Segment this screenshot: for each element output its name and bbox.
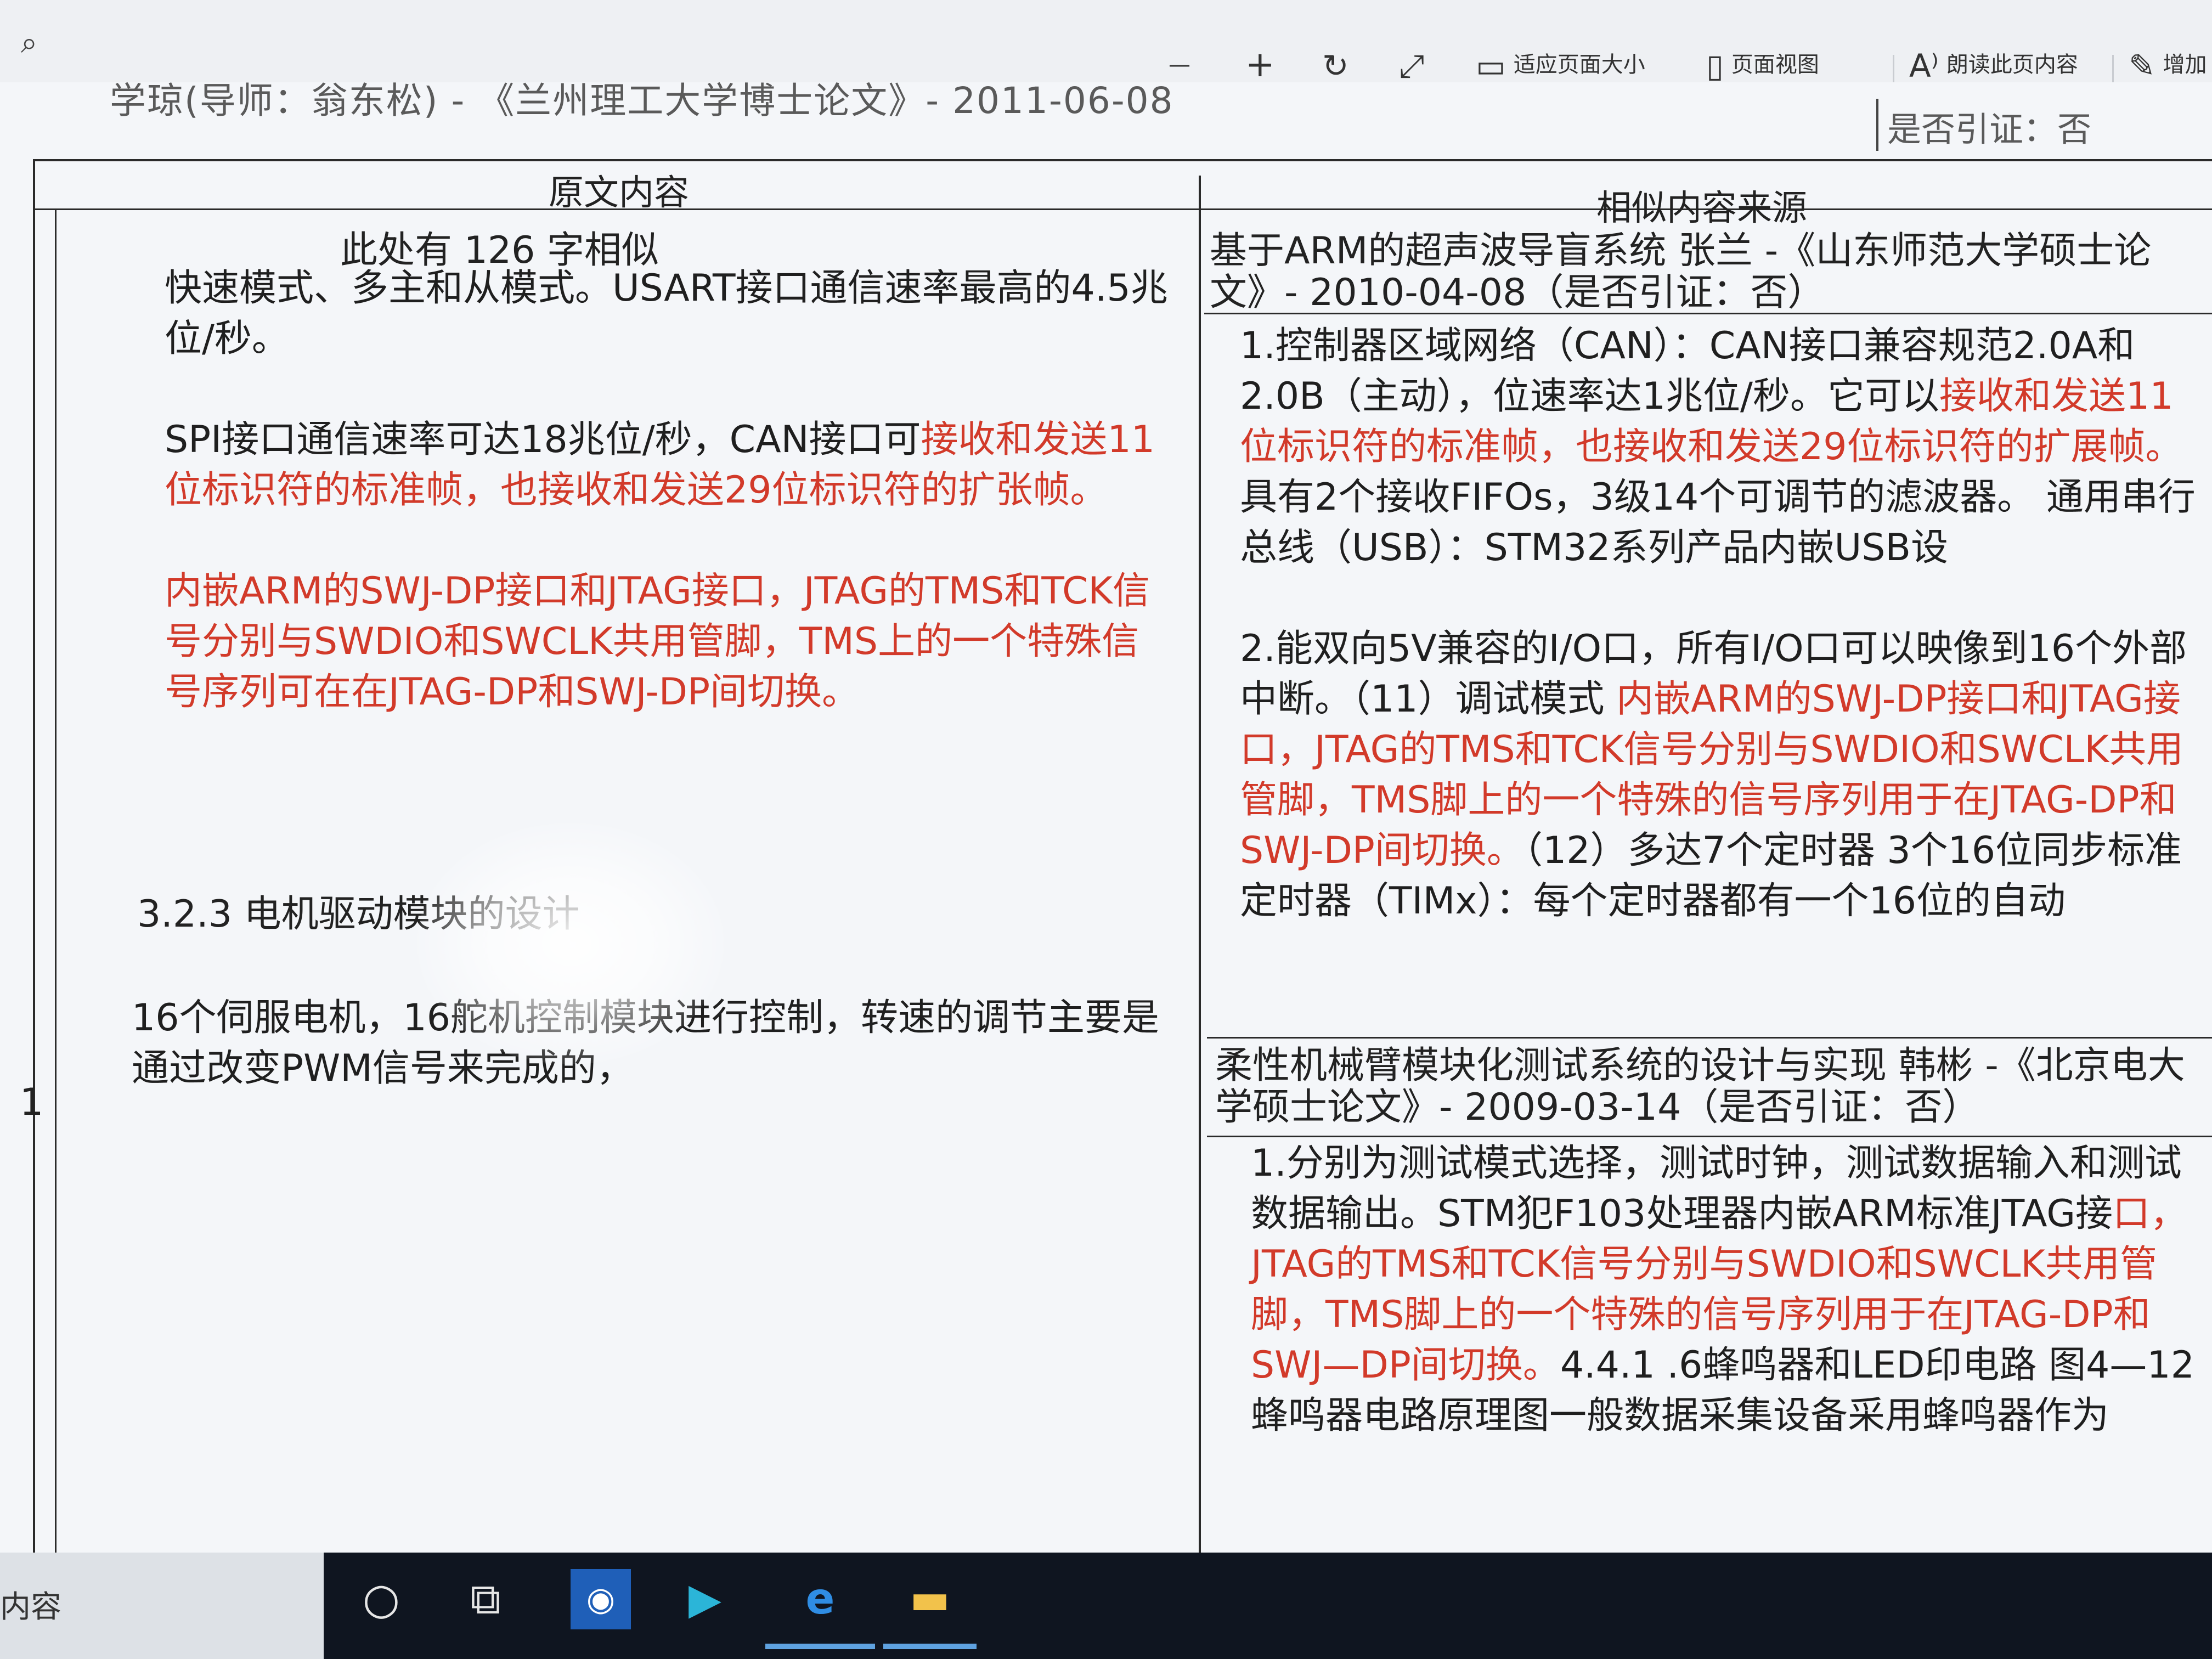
add-notes-button[interactable]: ✎ 增加 — [2129, 43, 2207, 87]
column-header-original: 原文内容 — [549, 173, 689, 213]
task-view-icon[interactable]: ⧉ — [455, 1569, 516, 1629]
source-title[interactable]: 柔性机械臂模块化测试系统的设计与实现 韩彬 -《北京电大学硕士论文》- 2009… — [1215, 1045, 2208, 1128]
source-excerpt: 2.能双向5V兼容的I/O口，所有I/O口可以映像到16个外部中断。（11）调试… — [1240, 627, 2187, 923]
source-excerpt: 1.分别为测试模式选择，测试时钟，测试数据输入和测试数据输出。STM犯F103处… — [1251, 1142, 2194, 1437]
active-app-indicator — [765, 1644, 875, 1649]
original-paragraph-2: SPI接口通信速率可达18兆位/秒，CAN接口可接收和发送11位标识符的标准帧，… — [165, 418, 1155, 512]
cortana-icon[interactable]: ○ — [351, 1569, 411, 1629]
read-aloud-button[interactable]: A⁾ 朗读此页内容 — [1909, 43, 2078, 87]
doc-header-left: 学琼(导师：翁东松) - 《兰州理工大学博士论文》- 2011-06-08 — [110, 80, 1174, 122]
doc-header-right: 是否引证：否 — [1887, 109, 2092, 149]
source-2-title-border — [1207, 1136, 2212, 1137]
search-icon[interactable]: ⌕ — [21, 27, 52, 58]
column-header-sources: 相似内容来源 — [1596, 188, 1807, 229]
edge-icon[interactable]: e — [790, 1569, 850, 1629]
fit-page-button[interactable]: ▭ 适应页面大小 — [1476, 43, 1645, 87]
original-last-paragraph: 16个伺服电机，16舵机控制模块进行控制，转速的调节主要是通过改变PWM信号来完… — [132, 996, 1160, 1090]
app-icon[interactable]: ◉ — [571, 1569, 631, 1629]
source-title[interactable]: 基于ARM的超声波导盲系统 张兰 -《山东师范大学硕士论文》- 2010-04-… — [1210, 230, 2208, 314]
rotate-icon[interactable]: ↻ — [1322, 43, 1357, 87]
source-content: 1.分别为测试模式选择，测试时钟，测试数据输入和测试数据输出。STM犯F103处… — [1251, 1138, 2205, 1441]
source-2-top-border — [1207, 1037, 2212, 1039]
taskbar-search-box[interactable]: 内容 — [0, 1553, 324, 1659]
table-left-border — [33, 159, 35, 1629]
original-content: 快速模式、多主和从模式。USART接口通信速率最高的4.5兆位/秒。 SPI接口… — [165, 263, 1174, 718]
table-top-border — [33, 159, 2212, 161]
document-page: 学琼(导师：翁东松) - 《兰州理工大学博士论文》- 2011-06-08 是否… — [0, 80, 2212, 1635]
taskbar-search-text: 内容 — [0, 1589, 61, 1625]
source-content: 1.控制器区域网络（CAN）：CAN接口兼容规范2.0A和2.0B（主动），位速… — [1240, 321, 2205, 927]
section-title: 3.2.3 电机驱动模块的设计 — [137, 893, 580, 936]
source-excerpt: 1.控制器区域网络（CAN）：CAN接口兼容规范2.0A和2.0B（主动），位速… — [1240, 324, 2196, 569]
pen-icon: ✎ — [2129, 47, 2155, 84]
open-app-indicator — [883, 1644, 977, 1649]
page-view-button[interactable]: ▯ 页面视图 — [1706, 43, 1819, 87]
zoom-in-button[interactable]: + — [1245, 43, 1275, 87]
fit-page-icon: ▭ — [1476, 47, 1506, 84]
original-paragraph-1: 快速模式、多主和从模式。USART接口通信速率最高的4.5兆位/秒。 — [165, 267, 1168, 360]
media-player-icon[interactable]: ▶ — [675, 1569, 735, 1629]
fullscreen-icon[interactable]: ⤢ — [1399, 43, 1432, 87]
taskbar: 内容 ○ ⧉ ◉ ▶ e ▬ — [0, 1553, 2212, 1659]
column-divider — [1199, 176, 1201, 1635]
read-aloud-icon: A⁾ — [1909, 47, 1939, 84]
original-paragraph-3: 内嵌ARM的SWJ-DP接口和JTAG接口，JTAG的TMS和TCK信号分别与S… — [165, 569, 1150, 714]
table-header-border — [33, 208, 2212, 210]
page-view-icon: ▯ — [1706, 47, 1724, 84]
row-number-border — [55, 208, 57, 1635]
row-number: 1 — [20, 1081, 44, 1124]
header-divider — [1876, 99, 1878, 151]
file-explorer-icon[interactable]: ▬ — [900, 1569, 960, 1629]
